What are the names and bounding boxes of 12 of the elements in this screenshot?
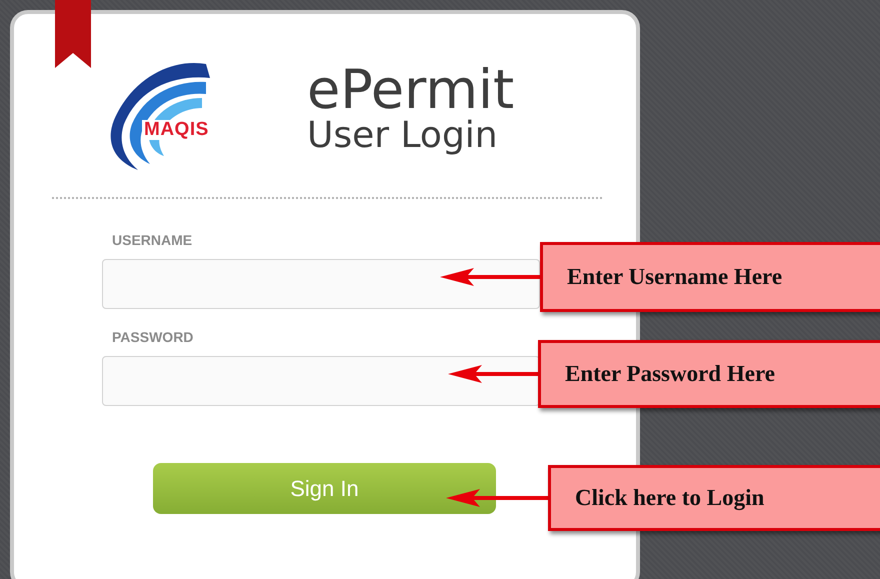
callout-note: Click here to Login (548, 465, 880, 531)
callout-note: Enter Password Here (538, 340, 880, 408)
bookmark-ribbon-icon (55, 0, 91, 68)
input-field[interactable] (102, 356, 540, 406)
field-label: USERNAME (112, 232, 194, 248)
logo-text: MAQIS (142, 120, 211, 140)
app-title: ePermit (307, 63, 514, 117)
page-subtitle: User Login (307, 117, 499, 155)
input-field[interactable] (102, 259, 540, 309)
sign-in-button[interactable]: Sign In (153, 463, 496, 514)
callout-note: Enter Username Here (540, 242, 880, 312)
field-label: PASSWORD (112, 329, 194, 345)
